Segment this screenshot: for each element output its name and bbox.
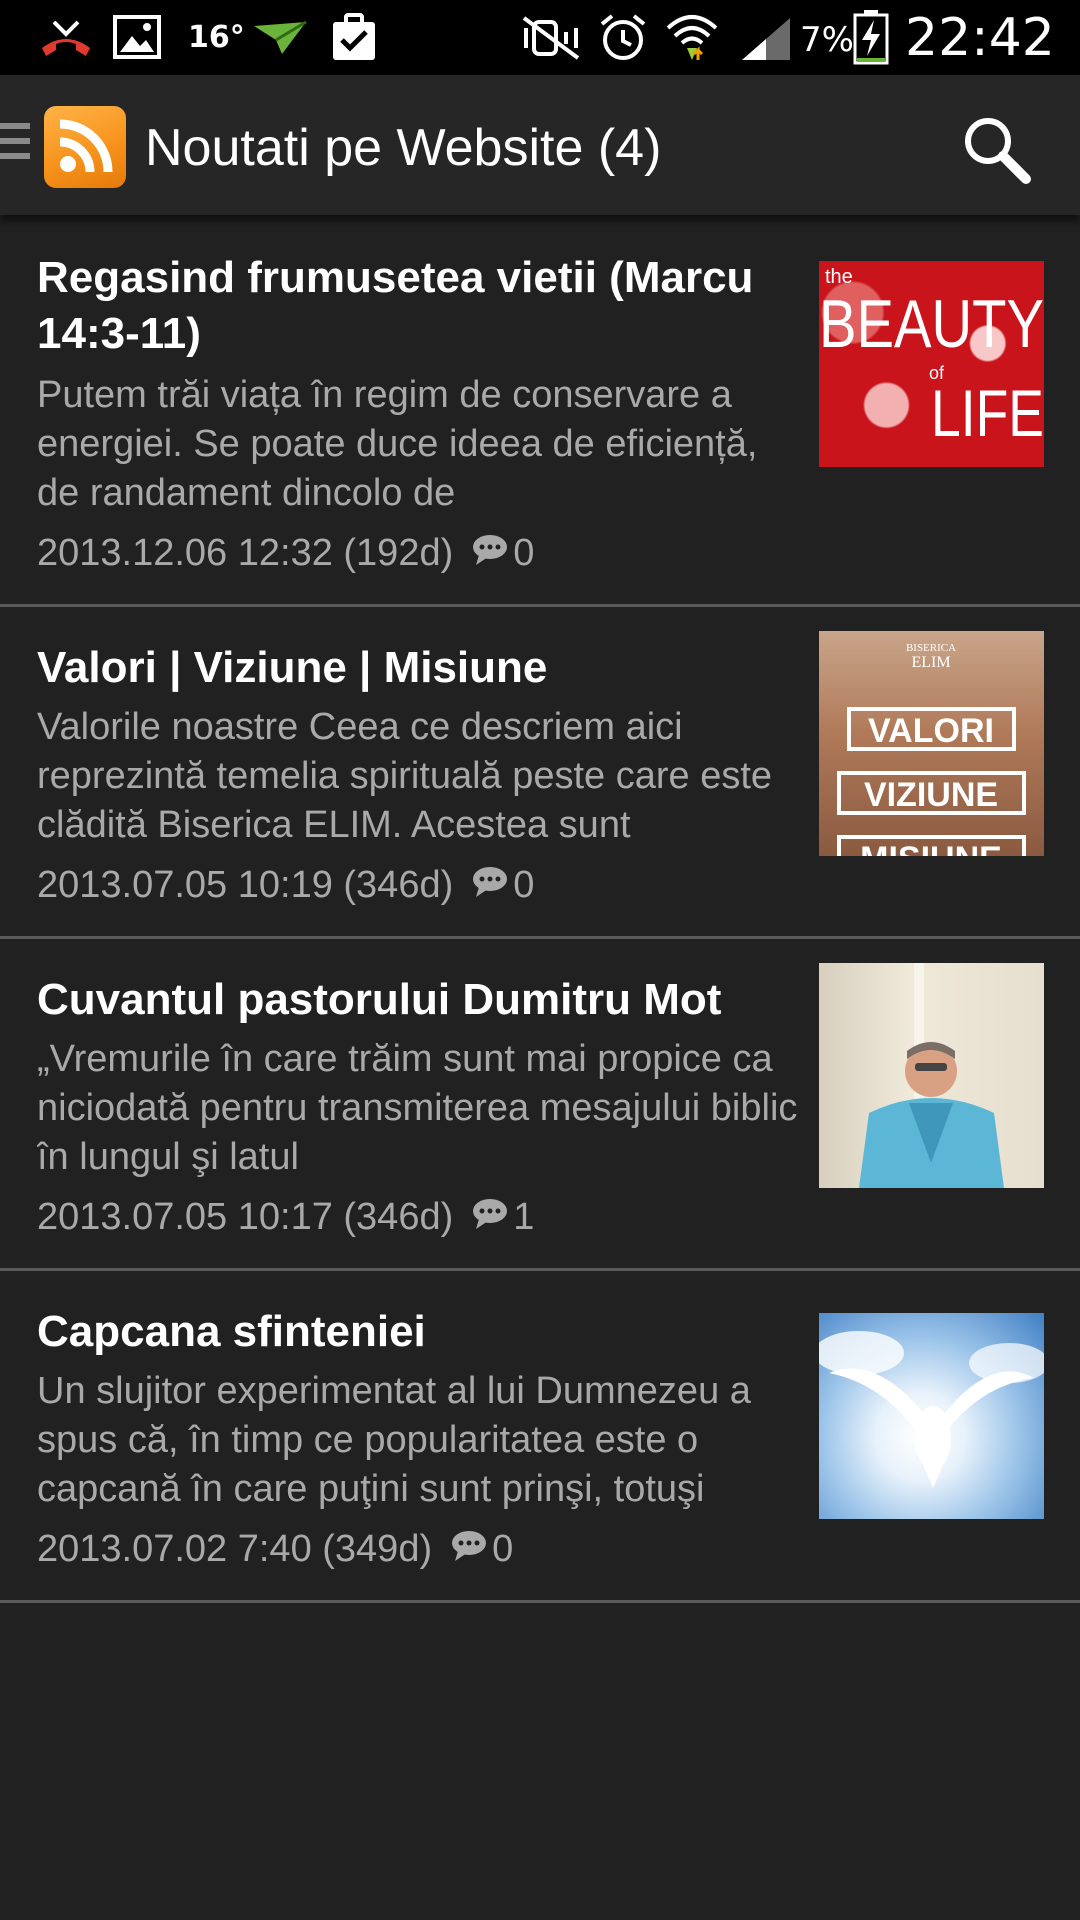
article-thumbnail[interactable] [819,963,1044,1188]
missed-call-icon [42,20,90,56]
article-excerpt: „Vremurile în care trăim sunt mai propic… [37,1038,798,1178]
comment-icon [471,864,509,910]
article-meta: 2013.07.05 10:19 (346d) 0 [37,862,534,910]
list-item[interactable]: Cuvantul pastorului Dumitru Mot „Vremuri… [0,939,1080,1271]
comment-icon [471,532,509,578]
comment-count: 0 [513,864,535,906]
thumbnail-text: VALORI [868,712,994,750]
battery-percent-text: 7% [800,20,854,60]
comment-count: 1 [513,1196,535,1238]
article-title: Regasind frumusetea vietii (Marcu 14:3-1… [37,253,754,358]
article-list: Regasind frumusetea vietii (Marcu 14:3-1… [0,215,1080,1603]
thumbnail-text: MISIUNE [860,840,1002,856]
thumbnail-artwork [859,963,1004,1188]
comment-icon [450,1528,488,1574]
comment-count: 0 [513,532,535,574]
weather-icon [254,20,307,54]
article-meta: 2013.07.02 7:40 (349d) 0 [37,1526,513,1574]
thumbnail-text: BISERICA [906,642,956,654]
article-date: 2013.07.05 10:17 (346d) [37,1196,454,1238]
search-icon[interactable] [960,113,1032,185]
thumbnail-text: VIZIUNE [864,776,998,814]
list-item[interactable]: Valori | Viziune | Misiune Valorile noas… [0,607,1080,939]
thumbnail-artwork: the BEAUTY of LIFE [819,266,1044,450]
temperature-text: 16° [188,20,245,55]
article-thumbnail[interactable] [819,1313,1044,1519]
article-title: Cuvantul pastorului Dumitru Mot [37,975,722,1024]
article-excerpt: Un slujitor experimentat al lui Dumnezeu… [37,1370,751,1510]
article-date: 2013.07.05 10:19 (346d) [37,864,454,906]
article-title: Capcana sfinteniei [37,1307,426,1356]
list-item[interactable]: Capcana sfinteniei Un slujitor experimen… [0,1271,1080,1603]
article-meta: 2013.12.06 12:32 (192d) 0 [37,530,534,578]
rss-glyph [59,119,113,173]
comment-icon [471,1196,509,1242]
article-meta: 2013.07.05 10:17 (346d) 1 [37,1194,534,1242]
comment-count: 0 [492,1528,514,1570]
alarm-icon [600,14,646,60]
battery-charging-icon [853,10,889,65]
menu-icon[interactable] [0,123,30,167]
signal-icon [742,18,790,60]
article-date: 2013.07.02 7:40 (349d) [37,1528,433,1570]
thumbnail-text: BEAUTY [819,286,1044,362]
status-bar: 16° 7% 22:42 [0,0,1080,75]
list-item[interactable]: Regasind frumusetea vietii (Marcu 14:3-1… [0,215,1080,607]
article-excerpt: Putem trăi viața în regim de conservare … [37,374,758,514]
image-icon [113,15,161,59]
wifi-icon [666,15,718,60]
page-title: Noutati pe Website (4) [145,119,662,177]
action-bar: Noutati pe Website (4) [0,75,1080,215]
clipboard-check-icon [333,13,375,60]
article-excerpt: Valorile noastre Ceea ce descriem aici r… [37,706,773,846]
article-title: Valori | Viziune | Misiune [37,643,548,692]
rss-icon[interactable] [44,106,126,188]
thumbnail-text: LIFE [931,376,1044,450]
mute-icon [522,16,580,60]
article-date: 2013.12.06 12:32 (192d) [37,532,454,574]
article-thumbnail[interactable]: BISERICA ELIM VALORI VIZIUNE MISIUNE [819,631,1044,856]
article-thumbnail[interactable]: the BEAUTY of LIFE [819,261,1044,467]
thumbnail-artwork [819,1331,1044,1488]
clock-text: 22:42 [905,8,1055,68]
thumbnail-artwork: BISERICA ELIM VALORI VIZIUNE MISIUNE [837,642,1026,856]
thumbnail-text: ELIM [911,654,950,671]
thumbnail-text: the [825,266,853,288]
